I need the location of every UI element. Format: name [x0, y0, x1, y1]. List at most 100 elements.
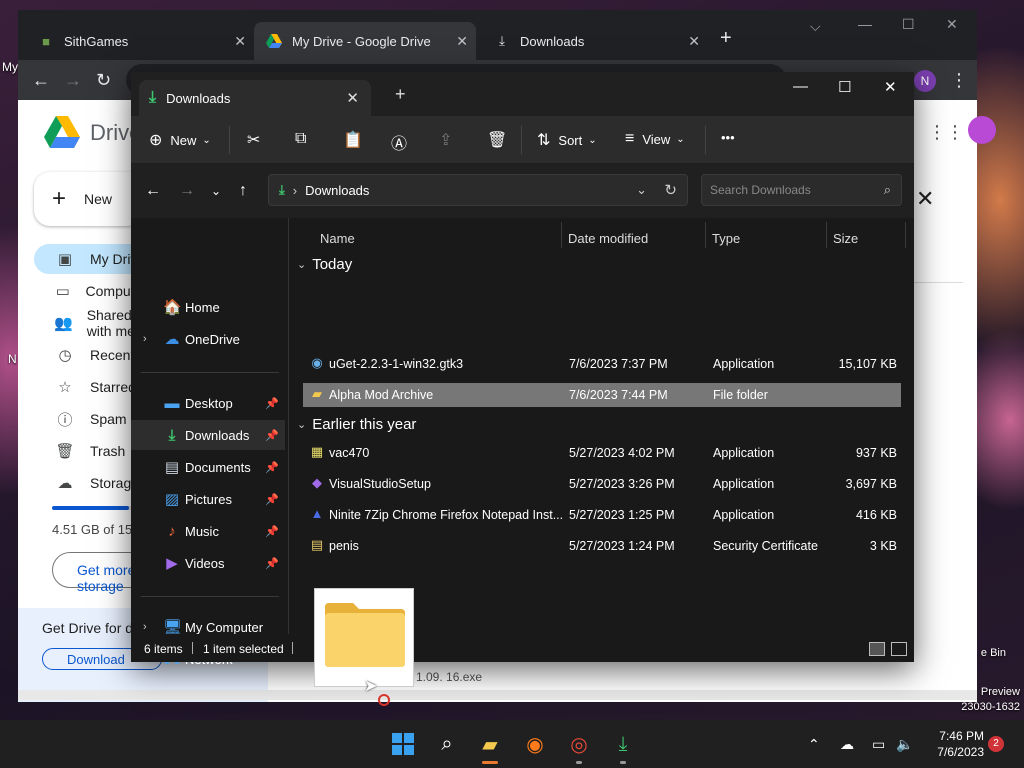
trash-icon: 🗑: [55, 443, 75, 460]
file-row[interactable]: ◆ VisualStudioSetup 5/27/2023 3:26 PM Ap…: [303, 472, 901, 496]
search-input[interactable]: Search Downloads ⌕: [701, 174, 902, 206]
start-button[interactable]: [387, 728, 419, 760]
view-button[interactable]: ≡ View ⌄: [625, 130, 685, 148]
close-window-icon[interactable]: ✕: [884, 78, 897, 96]
chevron-down-icon: ⌄: [297, 259, 307, 271]
column-divider[interactable]: [905, 222, 906, 248]
minimize-icon[interactable]: —: [858, 16, 872, 32]
new-button[interactable]: + New: [34, 172, 144, 226]
uget-icon[interactable]: ⤓: [607, 728, 639, 764]
close-icon[interactable]: ✕: [234, 33, 246, 50]
menu-kebab-icon[interactable]: ⋮: [950, 70, 968, 91]
volume-icon[interactable]: 🔈: [896, 736, 913, 753]
new-tab-button[interactable]: +: [720, 27, 732, 50]
file-type: Application: [713, 357, 775, 371]
search-icon[interactable]: ⌕: [431, 728, 463, 760]
forward-icon[interactable]: →: [64, 70, 82, 91]
group-header-today[interactable]: ⌄ Today: [297, 256, 352, 273]
cloud-icon: ☁: [57, 475, 73, 492]
back-icon[interactable]: ←: [145, 182, 161, 200]
nav-item-home[interactable]: 🏠 Home: [131, 292, 285, 322]
nav-item-pictures[interactable]: ▨ Pictures 📌: [131, 484, 285, 514]
nav-item-downloads[interactable]: ⤓ Downloads 📌: [131, 420, 285, 450]
clock[interactable]: 7:46 PM 7/6/2023: [920, 728, 984, 760]
refresh-icon[interactable]: ↻: [664, 181, 677, 199]
column-header-type[interactable]: Type: [712, 224, 740, 252]
divider: [141, 596, 279, 597]
date: 7/6/2023: [937, 745, 984, 759]
chevron-down-icon[interactable]: ⌄: [636, 182, 647, 198]
new-tab-button[interactable]: +: [395, 84, 406, 105]
file-row[interactable]: ▤ penis 5/27/2023 1:24 PM Security Certi…: [303, 534, 901, 558]
close-icon[interactable]: ✕: [916, 186, 934, 212]
chevron-right-icon[interactable]: ›: [143, 333, 147, 345]
forward-icon[interactable]: →: [179, 182, 195, 200]
horizontal-scrollbar[interactable]: [18, 690, 977, 700]
chrome-tab-strip: ■ SithGames ✕ My Drive - Google Drive ✕ …: [18, 10, 977, 60]
share-icon: ⇪: [439, 132, 453, 149]
breadcrumb[interactable]: Downloads: [305, 183, 369, 198]
tiles-view-icon[interactable]: [891, 642, 907, 656]
share-button[interactable]: ⇪: [439, 130, 460, 150]
file-row[interactable]: ◉ uGet-2.2.3-1-win32.gtk3 7/6/2023 7:37 …: [303, 352, 901, 376]
file-row-selected[interactable]: ▰ Alpha Mod Archive 7/6/2023 7:44 PM Fil…: [303, 383, 901, 407]
rename-button[interactable]: Ⓐ: [391, 130, 415, 154]
chrome-icon[interactable]: ◎: [563, 728, 595, 764]
paste-button[interactable]: 📋: [343, 130, 371, 150]
recent-locations-icon[interactable]: ⌄: [211, 184, 221, 198]
file-row[interactable]: ▦ vac470 5/27/2023 4:02 PM Application 9…: [303, 441, 901, 465]
firefox-icon[interactable]: ◉: [519, 728, 551, 760]
file-row[interactable]: ▲ Ninite 7Zip Chrome Firefox Notepad Ins…: [303, 503, 901, 527]
address-bar[interactable]: ⤓ › Downloads ⌄ ↻: [268, 174, 688, 206]
column-divider[interactable]: [561, 222, 562, 248]
divider: [521, 126, 522, 154]
column-header-date[interactable]: Date modified: [568, 224, 648, 252]
cloud-offline-icon[interactable]: ☁: [840, 736, 854, 753]
view-list-icon: ≡: [625, 130, 635, 147]
app-icon: ▦: [310, 444, 324, 459]
chevron-down-icon: ⌄: [588, 134, 597, 146]
copy-button[interactable]: ⧉: [295, 130, 314, 148]
details-view-icon[interactable]: [869, 642, 885, 656]
maximize-icon[interactable]: ☐: [902, 16, 915, 33]
column-header-name[interactable]: Name: [320, 224, 355, 252]
column-divider[interactable]: [826, 222, 827, 248]
account-avatar[interactable]: [968, 116, 996, 144]
tab-search-icon[interactable]: ⌵: [810, 18, 821, 35]
column-header-size[interactable]: Size: [833, 224, 858, 252]
nav-item-music[interactable]: ♪ Music 📌: [131, 516, 285, 546]
explorer-tab-downloads[interactable]: ⤓ Downloads ✕: [139, 80, 371, 116]
file-explorer-icon[interactable]: ▰: [474, 728, 506, 764]
profile-avatar[interactable]: N: [914, 70, 936, 92]
chrome-tab-sithgames[interactable]: ■ SithGames ✕: [26, 22, 254, 60]
maximize-icon[interactable]: ☐: [838, 78, 851, 96]
up-icon[interactable]: ↑: [239, 182, 247, 200]
close-icon[interactable]: ✕: [688, 33, 700, 50]
nav-item-onedrive[interactable]: › ☁ OneDrive: [131, 324, 285, 354]
file-name: Alpha Mod Archive: [329, 388, 434, 402]
tab-title: SithGames: [64, 33, 129, 49]
chevron-right-icon[interactable]: ›: [143, 621, 147, 633]
chrome-tab-downloads[interactable]: ⤓ Downloads ✕: [482, 22, 708, 60]
sort-button[interactable]: ⇅ Sort ⌄: [537, 130, 597, 150]
close-window-icon[interactable]: ✕: [946, 16, 958, 33]
more-options-button[interactable]: •••: [721, 130, 735, 145]
delete-button[interactable]: 🗑: [487, 130, 515, 150]
column-divider[interactable]: [705, 222, 706, 248]
close-icon[interactable]: ✕: [346, 89, 359, 107]
display-icon[interactable]: ▭: [872, 736, 885, 753]
cut-button[interactable]: ✂: [247, 130, 268, 150]
nav-item-desktop[interactable]: ▬ Desktop 📌: [131, 388, 285, 418]
chrome-tab-drive[interactable]: My Drive - Google Drive ✕: [254, 22, 476, 60]
chevron-up-icon[interactable]: ⌃: [808, 736, 820, 753]
document-icon: ▤: [164, 459, 180, 476]
notification-badge[interactable]: 2: [988, 736, 1004, 752]
minimize-icon[interactable]: —: [793, 78, 808, 95]
back-icon[interactable]: ←: [32, 70, 50, 91]
nav-item-videos[interactable]: ▶ Videos 📌: [131, 548, 285, 578]
reload-icon[interactable]: ↻: [96, 70, 111, 91]
close-icon[interactable]: ✕: [456, 33, 468, 50]
nav-item-documents[interactable]: ▤ Documents 📌: [131, 452, 285, 482]
new-button[interactable]: ⊕ New ⌄: [149, 130, 211, 150]
group-header-earlier[interactable]: ⌄ Earlier this year: [297, 416, 416, 433]
